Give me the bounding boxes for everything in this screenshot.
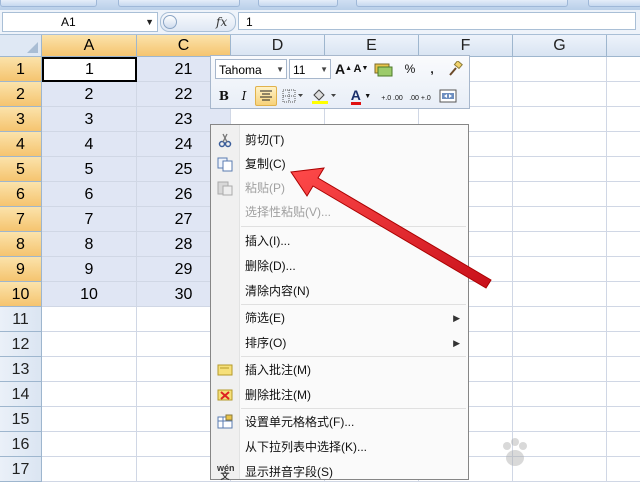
watermark-logo [496, 432, 634, 472]
annotation-arrow [290, 167, 492, 289]
paw-icon [503, 438, 527, 466]
annotation-arrow-shape [290, 167, 492, 289]
